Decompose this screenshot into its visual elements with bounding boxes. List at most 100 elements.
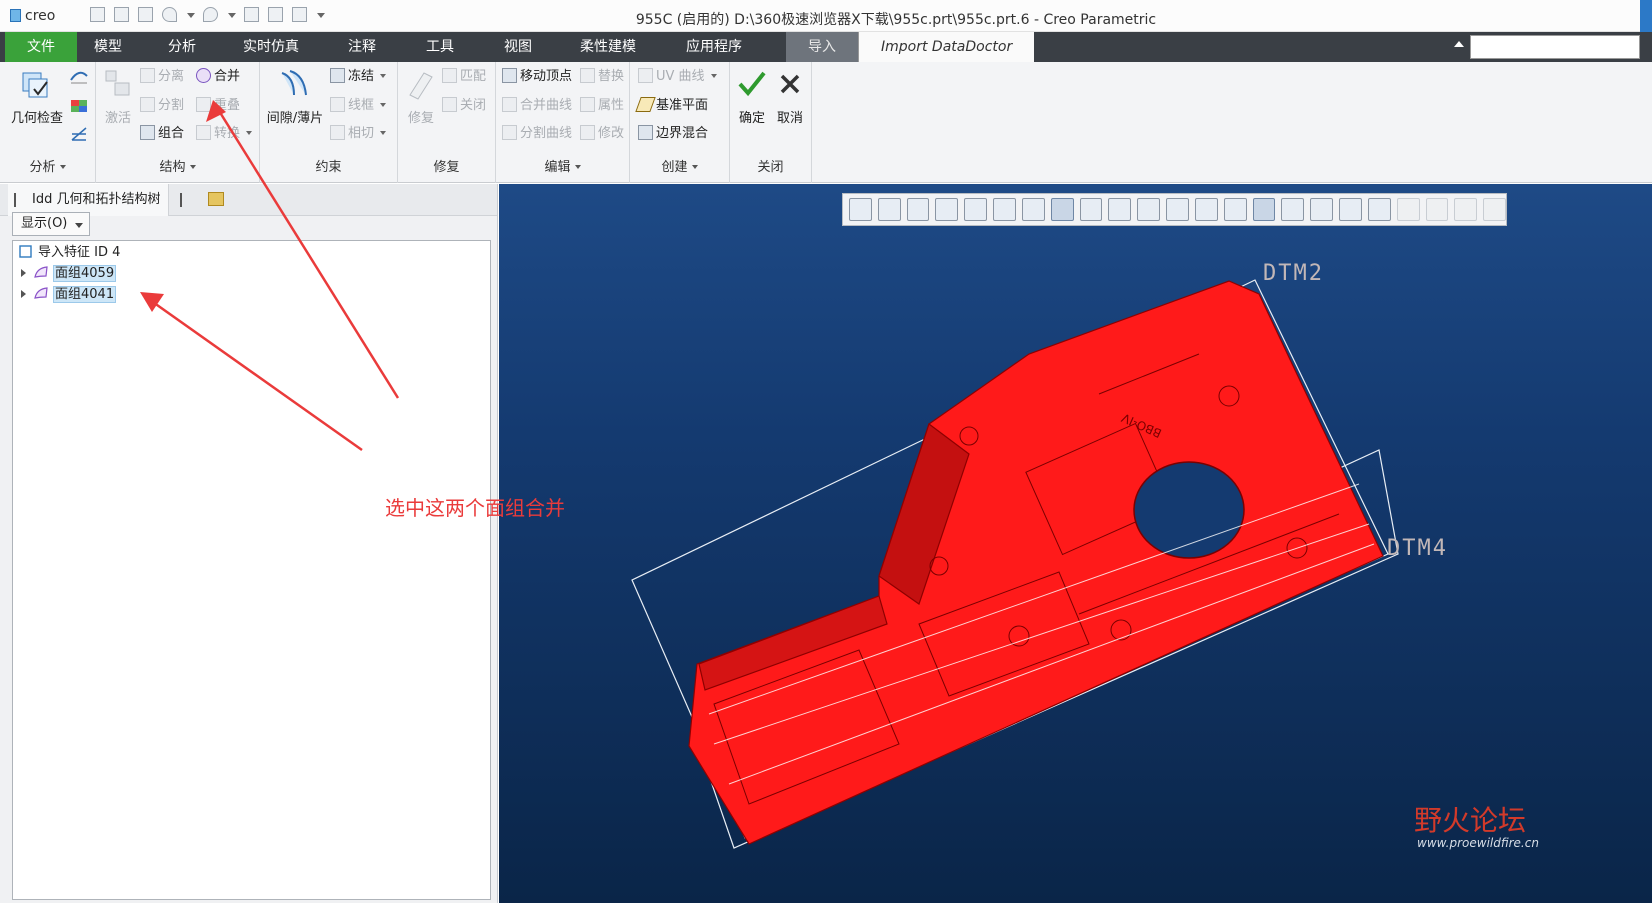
activate-button[interactable]: 激活 xyxy=(100,67,136,126)
group-label-repair: 修复 xyxy=(433,160,460,175)
annotation-text: 选中这两个面组合并 xyxy=(385,496,565,520)
checkmark-icon xyxy=(738,71,766,97)
convert-button[interactable]: 转换 xyxy=(196,124,252,144)
close-gap-icon xyxy=(442,97,457,112)
quilt-icon xyxy=(34,287,48,299)
tab-annotate[interactable]: 注释 xyxy=(348,32,376,62)
expand-arrow-icon[interactable] xyxy=(21,269,26,277)
group-constraints: 间隙/薄片 冻结 线框 相切 约束 xyxy=(260,62,398,183)
watermark-url: www.proewildfire.cn xyxy=(1417,836,1539,850)
draft-analysis-icon[interactable] xyxy=(70,126,88,142)
tab-view[interactable]: 视图 xyxy=(504,32,532,62)
fix-button[interactable]: 修复 xyxy=(402,67,440,126)
match-icon xyxy=(442,68,457,83)
tab-simulation[interactable]: 实时仿真 xyxy=(243,32,299,62)
replace-icon xyxy=(580,68,595,83)
ribbon: 几何检查 分析 激活 分离 分割 组合 合并 重叠 转换 结构 间隙/薄片 冻结… xyxy=(0,62,1652,183)
tab-import-datadoctor[interactable]: Import DataDoctor xyxy=(858,32,1035,62)
merge-button[interactable]: 合并 xyxy=(196,67,240,87)
group-label-edit[interactable]: 编辑 xyxy=(496,156,629,175)
group-label-structure[interactable]: 结构 xyxy=(96,156,259,175)
activate-icon xyxy=(105,70,130,96)
expand-arrow-icon[interactable] xyxy=(21,290,26,298)
tree-view: 导入特征 ID 4 面组4059 面组4041 xyxy=(12,240,491,900)
overlap-icon xyxy=(196,97,211,112)
tab-flexible[interactable]: 柔性建模 xyxy=(580,32,636,62)
group-analysis: 几何检查 分析 xyxy=(0,62,96,183)
close-icon xyxy=(780,74,800,94)
group-create: UV 曲线 基准平面 边界混合 创建 xyxy=(630,62,730,183)
split-icon xyxy=(140,97,155,112)
gap-sliver-button[interactable]: 间隙/薄片 xyxy=(264,67,326,126)
tab-file[interactable]: 文件 xyxy=(5,32,77,62)
window-edge xyxy=(1640,0,1652,32)
boundary-blend-button[interactable]: 边界混合 xyxy=(638,124,708,144)
wireframe-button[interactable]: 线框 xyxy=(330,96,386,116)
gap-sliver-icon xyxy=(281,70,307,96)
folder-icon[interactable] xyxy=(208,192,224,206)
quilt-icon xyxy=(34,266,48,278)
datum-label-dtm4: DTM4 xyxy=(1387,536,1448,561)
ribbon-tab-bar: 文件 模型 分析 实时仿真 注释 工具 视图 柔性建模 应用程序 导入 Impo… xyxy=(0,32,1652,62)
tab-model[interactable]: 模型 xyxy=(94,32,122,62)
ok-button[interactable]: 确定 xyxy=(734,67,770,126)
show-dropdown[interactable]: 显示(O) xyxy=(12,212,90,236)
datum-plane-icon xyxy=(635,97,656,112)
tree-item-quilt[interactable]: 面组4041 xyxy=(21,285,117,305)
geometry-check-button[interactable]: 几何检查 xyxy=(8,67,66,126)
tab-tools[interactable]: 工具 xyxy=(426,32,454,62)
tree-icon xyxy=(14,193,26,207)
merge-curve-icon xyxy=(502,97,517,112)
geometry-check-icon xyxy=(22,72,48,98)
tangent-icon xyxy=(330,125,345,140)
curve-analysis-icon[interactable] xyxy=(70,68,88,84)
freeze-icon xyxy=(330,68,345,83)
curvature-shade-icon[interactable] xyxy=(70,98,88,114)
graphics-viewport[interactable]: DTM2 DTM4 BBO-IV 野火论坛 www.proewildfire.c… xyxy=(499,184,1652,903)
uv-curve-button[interactable]: UV 曲线 xyxy=(638,67,717,87)
group-label-analysis[interactable]: 分析 xyxy=(0,156,95,175)
tab-import[interactable]: 导入 xyxy=(786,32,858,62)
match-button[interactable]: 匹配 xyxy=(442,67,486,87)
group-label-close: 关闭 xyxy=(757,160,784,175)
tree-item-quilt[interactable]: 面组4059 xyxy=(21,264,117,284)
group-edit: 移动顶点 合并曲线 分割曲线 替换 属性 修改 编辑 xyxy=(496,62,630,183)
freeze-button[interactable]: 冻结 xyxy=(330,67,386,87)
model-canvas: DTM2 DTM4 BBO-IV 野火论坛 www.proewildfire.c… xyxy=(631,261,1539,850)
fix-icon xyxy=(409,72,433,100)
combine-button[interactable]: 组合 xyxy=(140,124,184,144)
overlap-button[interactable]: 重叠 xyxy=(196,96,240,116)
merge-icon xyxy=(196,68,211,83)
datum-label-dtm2: DTM2 xyxy=(1263,261,1324,286)
collapse-ribbon-icon[interactable] xyxy=(1452,38,1466,52)
group-repair: 修复 匹配 关闭 修复 xyxy=(398,62,496,183)
tree-root[interactable]: 导入特征 ID 4 xyxy=(19,243,120,263)
wireframe-icon xyxy=(330,97,345,112)
move-vertex-icon xyxy=(502,68,517,83)
merge-curve-button[interactable]: 合并曲线 xyxy=(502,96,572,116)
cancel-button[interactable]: 取消 xyxy=(772,67,808,126)
split-button[interactable]: 分割 xyxy=(140,96,184,116)
modify-button[interactable]: 修改 xyxy=(580,124,624,144)
tab-apps[interactable]: 应用程序 xyxy=(686,32,742,62)
separate-button[interactable]: 分离 xyxy=(140,67,184,87)
separate-icon xyxy=(140,68,155,83)
group-label-create[interactable]: 创建 xyxy=(630,156,729,175)
import-feature-icon xyxy=(19,245,32,258)
convert-icon xyxy=(196,125,211,140)
datum-plane-button[interactable]: 基准平面 xyxy=(635,96,708,116)
uv-curve-icon xyxy=(638,68,653,83)
tree-icon[interactable] xyxy=(180,193,192,207)
split-curve-icon xyxy=(502,125,517,140)
tab-analysis[interactable]: 分析 xyxy=(168,32,196,62)
group-structure: 激活 分离 分割 组合 合并 重叠 转换 结构 xyxy=(96,62,260,183)
boundary-blend-icon xyxy=(638,125,653,140)
attribute-button[interactable]: 属性 xyxy=(580,96,624,116)
combine-icon xyxy=(140,125,155,140)
split-curve-button[interactable]: 分割曲线 xyxy=(502,124,572,144)
tangent-button[interactable]: 相切 xyxy=(330,124,386,144)
search-input[interactable] xyxy=(1470,35,1640,59)
replace-button[interactable]: 替换 xyxy=(580,67,624,87)
move-vertex-button[interactable]: 移动顶点 xyxy=(502,67,572,87)
close-gap-button[interactable]: 关闭 xyxy=(442,96,486,116)
